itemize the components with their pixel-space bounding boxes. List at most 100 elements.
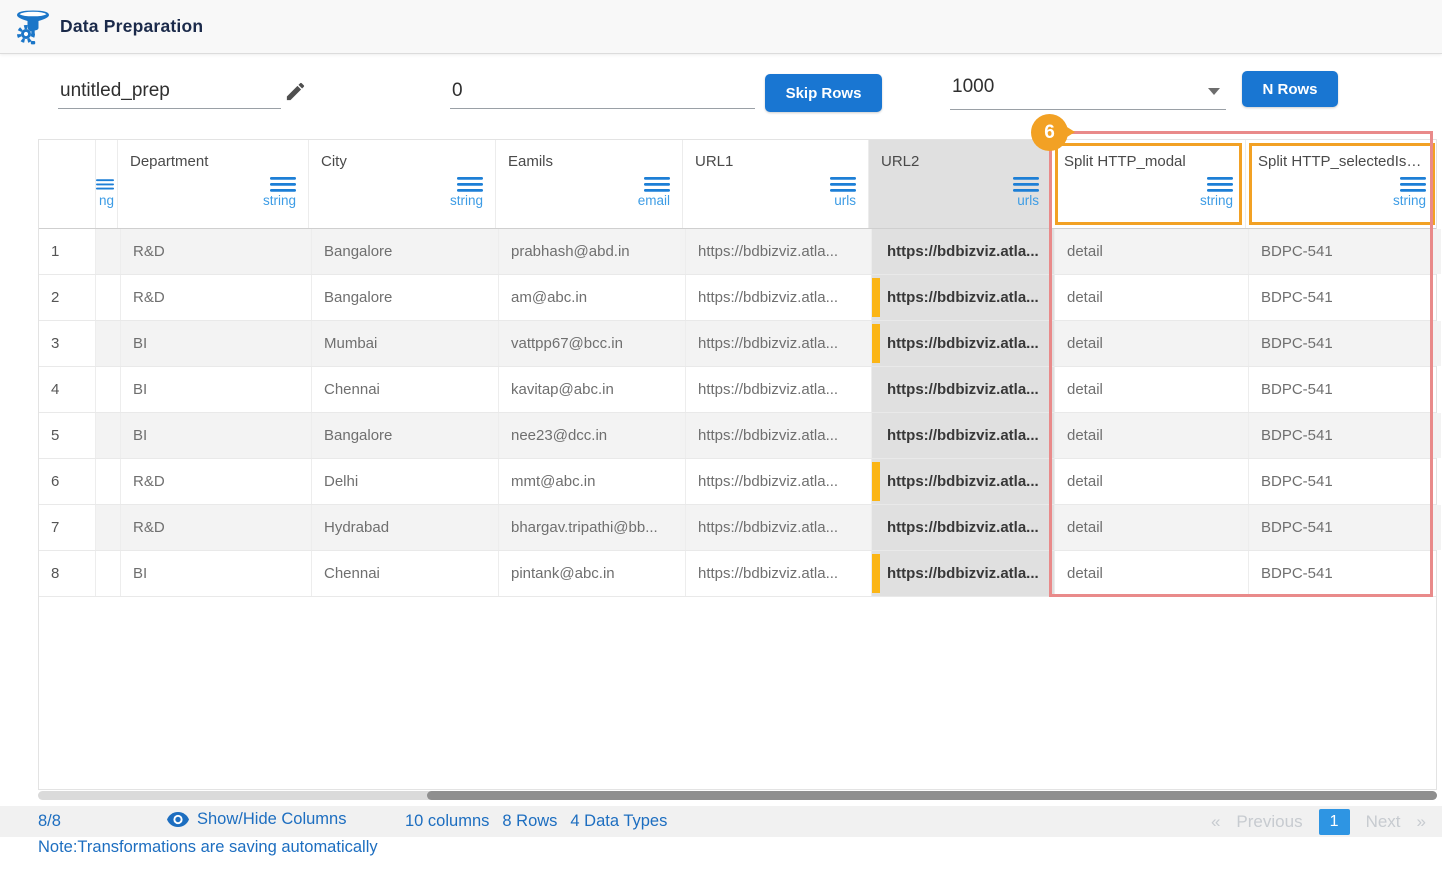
- show-hide-columns-button[interactable]: Show/Hide Columns: [167, 810, 346, 829]
- cell-split-selected[interactable]: BDPC-541: [1249, 551, 1441, 596]
- partial-cell[interactable]: [96, 413, 121, 458]
- cell-department[interactable]: BI: [121, 413, 312, 458]
- cell-url2[interactable]: https://bdbizviz.atla...: [872, 505, 1055, 550]
- cell-url2-text: https://bdbizviz.atla...: [887, 289, 1039, 306]
- cell-email[interactable]: prabhash@abd.in: [499, 229, 686, 274]
- column-menu-icon[interactable]: [457, 177, 483, 192]
- pagination-previous-button[interactable]: Previous: [1236, 812, 1302, 832]
- column-menu-icon[interactable]: [1207, 177, 1233, 192]
- cell-city[interactable]: Bangalore: [312, 413, 499, 458]
- column-header-city[interactable]: City string: [309, 140, 496, 228]
- column-header-eamils[interactable]: Eamils email: [496, 140, 683, 228]
- cell-department-text: BI: [133, 381, 147, 398]
- partial-cell[interactable]: [96, 321, 121, 366]
- edit-pencil-icon[interactable]: [284, 80, 307, 103]
- partial-cell[interactable]: [96, 229, 121, 274]
- column-menu-icon[interactable]: [644, 177, 670, 192]
- cell-url2[interactable]: https://bdbizviz.atla...: [872, 367, 1055, 412]
- pagination-next-button[interactable]: Next: [1366, 812, 1401, 832]
- cell-split-modal[interactable]: detail: [1055, 275, 1249, 320]
- cell-department[interactable]: R&D: [121, 505, 312, 550]
- cell-city[interactable]: Mumbai: [312, 321, 499, 366]
- cell-split-modal[interactable]: detail: [1055, 321, 1249, 366]
- n-rows-button[interactable]: N Rows: [1242, 71, 1338, 107]
- cell-url2[interactable]: https://bdbizviz.atla...: [872, 229, 1055, 274]
- column-menu-icon[interactable]: [1013, 177, 1039, 192]
- cell-split-selected[interactable]: BDPC-541: [1249, 275, 1441, 320]
- cell-city[interactable]: Bangalore: [312, 275, 499, 320]
- cell-split-selected[interactable]: BDPC-541: [1249, 505, 1441, 550]
- cell-split-selected[interactable]: BDPC-541: [1249, 229, 1441, 274]
- column-header-split-http-modal[interactable]: Split HTTP_modal string: [1052, 140, 1246, 228]
- column-menu-icon[interactable]: [830, 177, 856, 192]
- cell-email[interactable]: pintank@abc.in: [499, 551, 686, 596]
- cell-split-selected[interactable]: BDPC-541: [1249, 459, 1441, 504]
- cell-url1[interactable]: https://bdbizviz.atla...: [686, 551, 872, 596]
- prep-name-input[interactable]: [58, 78, 281, 109]
- column-menu-icon[interactable]: [1400, 177, 1426, 192]
- cell-url1[interactable]: https://bdbizviz.atla...: [686, 367, 872, 412]
- cell-url2[interactable]: https://bdbizviz.atla...: [872, 275, 1055, 320]
- n-rows-select[interactable]: 1000: [950, 74, 1226, 110]
- cell-city[interactable]: Chennai: [312, 551, 499, 596]
- cell-split-modal[interactable]: detail: [1055, 459, 1249, 504]
- cell-city[interactable]: Bangalore: [312, 229, 499, 274]
- cell-city[interactable]: Chennai: [312, 367, 499, 412]
- cell-city[interactable]: Hydrabad: [312, 505, 499, 550]
- cell-department[interactable]: R&D: [121, 275, 312, 320]
- cell-split-selected[interactable]: BDPC-541: [1249, 367, 1441, 412]
- cell-email[interactable]: nee23@dcc.in: [499, 413, 686, 458]
- column-menu-icon[interactable]: [270, 177, 296, 192]
- partial-cell[interactable]: [96, 275, 121, 320]
- cell-split-selected[interactable]: BDPC-541: [1249, 321, 1441, 366]
- horizontal-scrollbar[interactable]: [38, 791, 1437, 800]
- partial-cell[interactable]: [96, 551, 121, 596]
- cell-url1[interactable]: https://bdbizviz.atla...: [686, 321, 872, 366]
- cell-email[interactable]: kavitap@abc.in: [499, 367, 686, 412]
- cell-split-modal[interactable]: detail: [1055, 229, 1249, 274]
- column-header-url1[interactable]: URL1 urls: [683, 140, 869, 228]
- cell-url1[interactable]: https://bdbizviz.atla...: [686, 275, 872, 320]
- cell-url1[interactable]: https://bdbizviz.atla...: [686, 459, 872, 504]
- column-header-split-http-selected[interactable]: Split HTTP_selectedIss... string: [1246, 140, 1438, 228]
- cell-email[interactable]: bhargav.tripathi@bb...: [499, 505, 686, 550]
- pagination-last-icon[interactable]: »: [1417, 812, 1426, 832]
- cell-department[interactable]: R&D: [121, 459, 312, 504]
- pagination-first-icon[interactable]: «: [1211, 812, 1220, 832]
- cell-url1[interactable]: https://bdbizviz.atla...: [686, 505, 872, 550]
- cell-department[interactable]: BI: [121, 551, 312, 596]
- partial-cell[interactable]: [96, 367, 121, 412]
- cell-url1[interactable]: https://bdbizviz.atla...: [686, 229, 872, 274]
- cell-url2[interactable]: https://bdbizviz.atla...: [872, 459, 1055, 504]
- column-header-url2[interactable]: URL2 urls: [869, 140, 1052, 228]
- column-header-partial[interactable]: ng: [96, 140, 118, 228]
- cell-url2[interactable]: https://bdbizviz.atla...: [872, 551, 1055, 596]
- cell-split-selected[interactable]: BDPC-541: [1249, 413, 1441, 458]
- cell-email[interactable]: mmt@abc.in: [499, 459, 686, 504]
- skip-rows-button[interactable]: Skip Rows: [765, 74, 882, 112]
- cell-department[interactable]: BI: [121, 321, 312, 366]
- cell-url1[interactable]: https://bdbizviz.atla...: [686, 413, 872, 458]
- cell-url2[interactable]: https://bdbizviz.atla...: [872, 413, 1055, 458]
- cell-split-modal[interactable]: detail: [1055, 367, 1249, 412]
- cell-url2[interactable]: https://bdbizviz.atla...: [872, 321, 1055, 366]
- cell-split-modal[interactable]: detail: [1055, 413, 1249, 458]
- cell-split-modal[interactable]: detail: [1055, 551, 1249, 596]
- cell-department[interactable]: BI: [121, 367, 312, 412]
- cell-department[interactable]: R&D: [121, 229, 312, 274]
- scrollbar-thumb[interactable]: [427, 791, 1437, 800]
- skip-rows-input[interactable]: [450, 78, 755, 109]
- cell-email[interactable]: am@abc.in: [499, 275, 686, 320]
- cell-url1-text: https://bdbizviz.atla...: [698, 335, 838, 352]
- cell-email-text: kavitap@abc.in: [511, 381, 614, 398]
- cell-split-modal[interactable]: detail: [1055, 505, 1249, 550]
- table-row: 8BIChennaipintank@abc.inhttps://bdbizviz…: [39, 551, 1436, 597]
- partial-cell[interactable]: [96, 459, 121, 504]
- partial-cell[interactable]: [96, 505, 121, 550]
- cell-email[interactable]: vattpp67@bcc.in: [499, 321, 686, 366]
- modified-cell-flag: [872, 324, 880, 363]
- pagination-page-1[interactable]: 1: [1319, 809, 1350, 835]
- column-menu-icon[interactable]: [96, 177, 114, 192]
- cell-city[interactable]: Delhi: [312, 459, 499, 504]
- column-header-department[interactable]: Department string: [118, 140, 309, 228]
